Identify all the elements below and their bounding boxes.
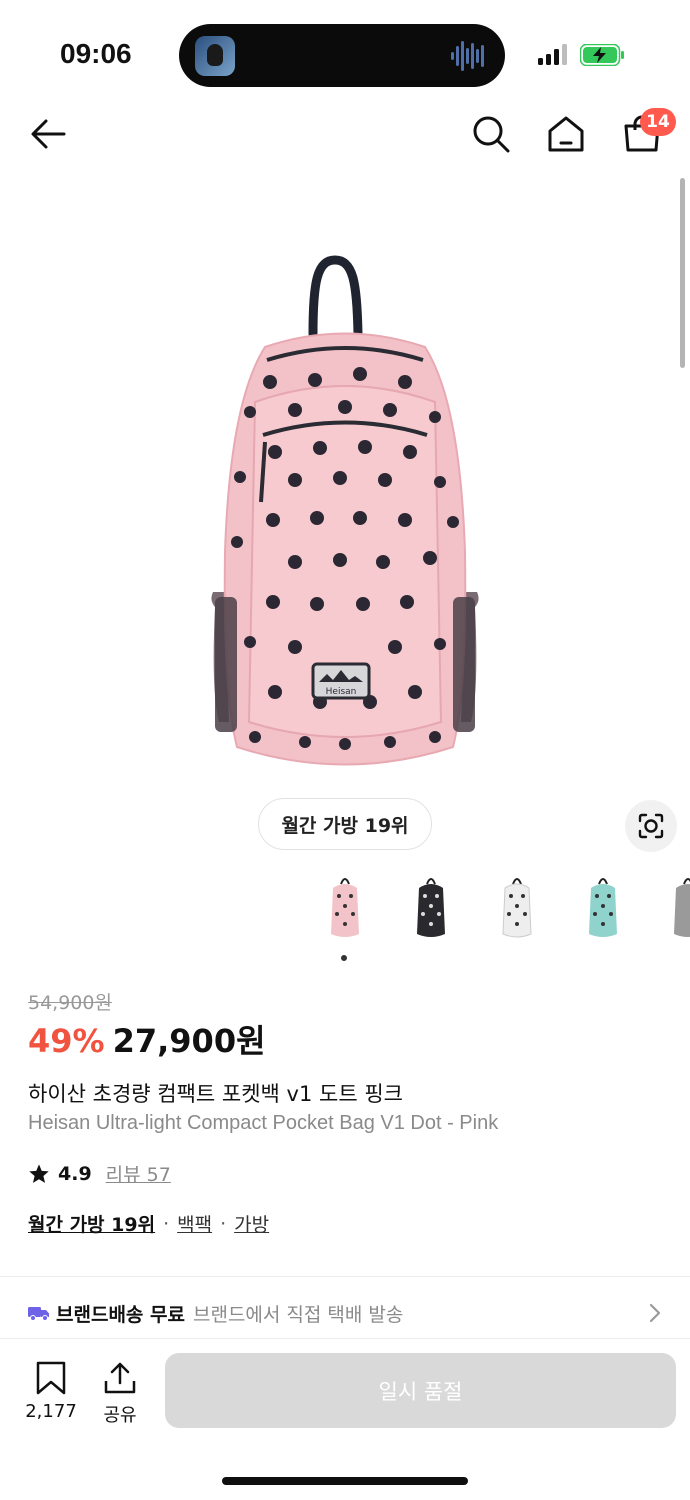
status-bar: 09:06 xyxy=(0,0,690,100)
signal-icon xyxy=(538,44,567,65)
delivery-title: 브랜드배송 무료 xyxy=(56,1303,185,1326)
color-option-black[interactable] xyxy=(411,874,451,942)
bookmark-button[interactable]: 2,177 xyxy=(22,1361,80,1422)
back-arrow-icon[interactable] xyxy=(28,114,68,154)
delivery-description: 브랜드에서 직접 택배 발송 xyxy=(192,1303,404,1326)
share-label: 공유 xyxy=(103,1405,137,1426)
rating-row: 4.9 리뷰 57 xyxy=(28,1160,171,1187)
bottom-action-bar: 2,177 공유 일시 품절 xyxy=(0,1338,690,1500)
camera-lens-icon xyxy=(638,813,664,839)
cart-count-badge: 14 xyxy=(640,108,676,136)
section-divider xyxy=(0,1276,690,1277)
discount-rate: 49% xyxy=(28,1022,105,1060)
top-nav xyxy=(0,100,690,170)
page-indicator-dot xyxy=(341,955,347,961)
visual-search-button[interactable] xyxy=(625,800,677,852)
color-option-white[interactable] xyxy=(497,874,537,942)
rank-badge[interactable]: 월간 가방 19위 xyxy=(258,798,432,850)
delivery-truck-icon xyxy=(28,1307,49,1321)
product-title-english: Heisan Ultra-light Compact Pocket Bag V1… xyxy=(28,1112,499,1134)
sale-price: 27,900원 xyxy=(112,1022,266,1060)
bookmark-icon xyxy=(36,1361,66,1395)
tag-bag-link[interactable]: 가방 xyxy=(234,1210,269,1237)
product-image[interactable]: Heisan xyxy=(195,252,495,782)
chevron-right-icon xyxy=(649,1303,661,1323)
dynamic-island[interactable] xyxy=(179,24,505,87)
tag-separator: · xyxy=(163,1212,170,1235)
battery-charging-icon xyxy=(580,44,624,66)
share-button[interactable]: 공유 xyxy=(96,1361,144,1427)
tag-backpack-link[interactable]: 백팩 xyxy=(177,1210,212,1237)
scroll-indicator xyxy=(680,178,685,368)
home-icon[interactable] xyxy=(546,114,586,154)
sold-out-button[interactable]: 일시 품절 xyxy=(165,1353,676,1428)
color-option-pink[interactable] xyxy=(325,874,365,942)
audio-wave-icon xyxy=(451,41,484,71)
color-option-gray[interactable] xyxy=(668,874,690,942)
product-label-text: Heisan xyxy=(326,687,357,697)
delivery-info-row[interactable]: 브랜드배송 무료 브랜드에서 직접 택배 발송 xyxy=(0,1290,690,1336)
review-count-link[interactable]: 리뷰 57 xyxy=(106,1160,171,1187)
category-tags: 월간 가방 19위 · 백팩 · 가방 xyxy=(28,1210,269,1237)
search-icon[interactable] xyxy=(471,114,511,154)
color-options xyxy=(0,874,690,944)
now-playing-thumbnail xyxy=(195,36,235,76)
rating-value: 4.9 xyxy=(58,1162,92,1185)
tag-separator: · xyxy=(220,1212,227,1235)
product-title-korean: 하이산 초경량 컴팩트 포켓백 v1 도트 핑크 xyxy=(28,1082,403,1106)
price-row: 49% 27,900원 xyxy=(28,1016,266,1062)
bookmark-count: 2,177 xyxy=(25,1401,77,1422)
original-price: 54,900원 xyxy=(28,992,112,1014)
home-indicator[interactable] xyxy=(222,1477,468,1485)
rank-tag-link[interactable]: 월간 가방 19위 xyxy=(28,1210,155,1237)
share-icon xyxy=(104,1362,136,1394)
color-option-mint[interactable] xyxy=(583,874,623,942)
status-time: 09:06 xyxy=(60,38,132,69)
star-icon xyxy=(29,1163,49,1183)
